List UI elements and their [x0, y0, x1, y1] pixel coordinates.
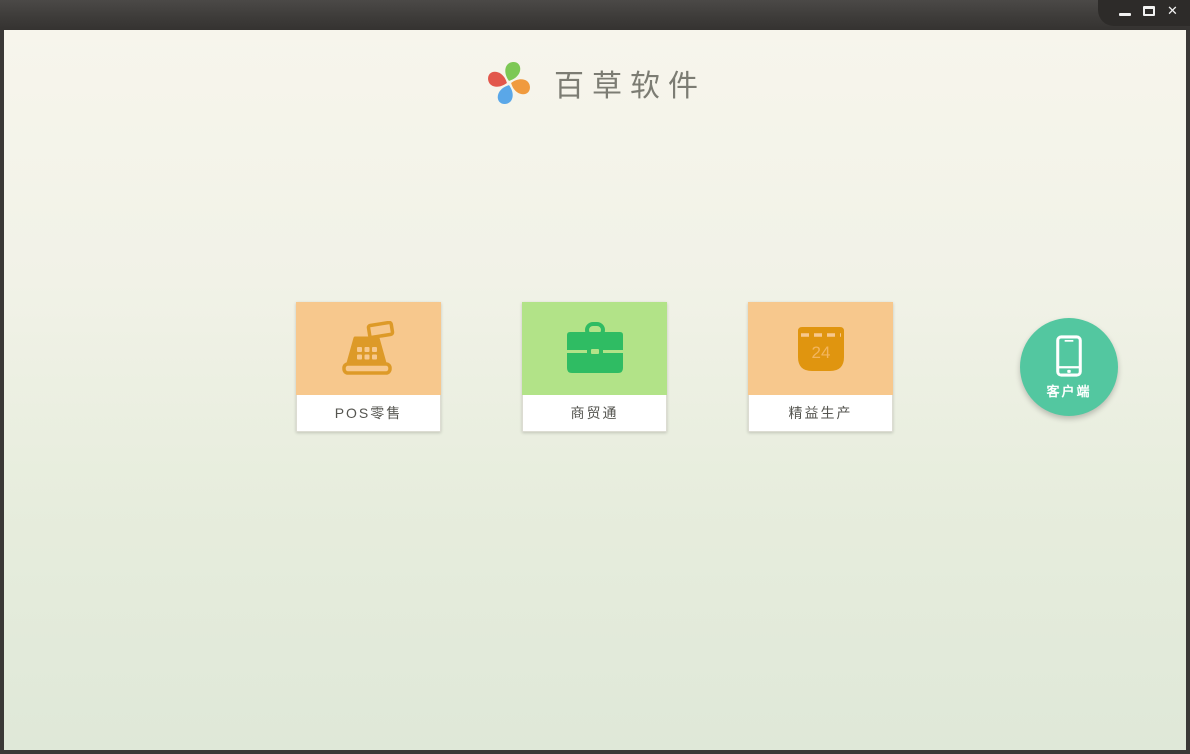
product-card-pos[interactable]: POS零售	[296, 302, 441, 432]
header: 百草软件	[4, 48, 1186, 118]
smartphone-icon	[1056, 334, 1082, 377]
lean-card-label: 精益生产	[748, 395, 893, 432]
client-button[interactable]: 客户端	[1020, 318, 1118, 416]
close-icon: ✕	[1167, 3, 1178, 19]
trade-card-icon-area	[522, 302, 667, 395]
main-content: 百草软件 POS零售 商贸通 24 精益生产 客户端	[4, 30, 1186, 750]
lean-card-icon-area: 24	[748, 302, 893, 395]
calendar-icon: 24	[797, 326, 844, 371]
product-card-lean[interactable]: 24 精益生产	[748, 302, 893, 432]
maximize-button[interactable]	[1141, 5, 1156, 18]
minimize-icon	[1118, 12, 1131, 16]
pinwheel-logo-icon	[488, 62, 530, 104]
product-card-trade[interactable]: 商贸通	[522, 302, 667, 432]
app-title: 百草软件	[554, 69, 706, 104]
close-button[interactable]: ✕	[1165, 5, 1180, 18]
calendar-day-number: 24	[811, 343, 830, 362]
briefcase-icon	[566, 321, 623, 373]
pos-card-icon-area	[296, 302, 441, 395]
window-controls: ✕	[1098, 0, 1190, 26]
cash-register-icon	[341, 320, 394, 375]
title-bar[interactable]: ✕	[0, 0, 1190, 30]
client-button-label: 客户端	[1046, 383, 1092, 399]
trade-card-label: 商贸通	[522, 395, 667, 432]
minimize-button[interactable]	[1117, 5, 1132, 18]
pos-card-label: POS零售	[296, 395, 441, 432]
maximize-icon	[1142, 6, 1155, 16]
app-window: ✕ 百草软件 POS零售 商贸通 24 精益生产 客户端	[0, 0, 1190, 754]
